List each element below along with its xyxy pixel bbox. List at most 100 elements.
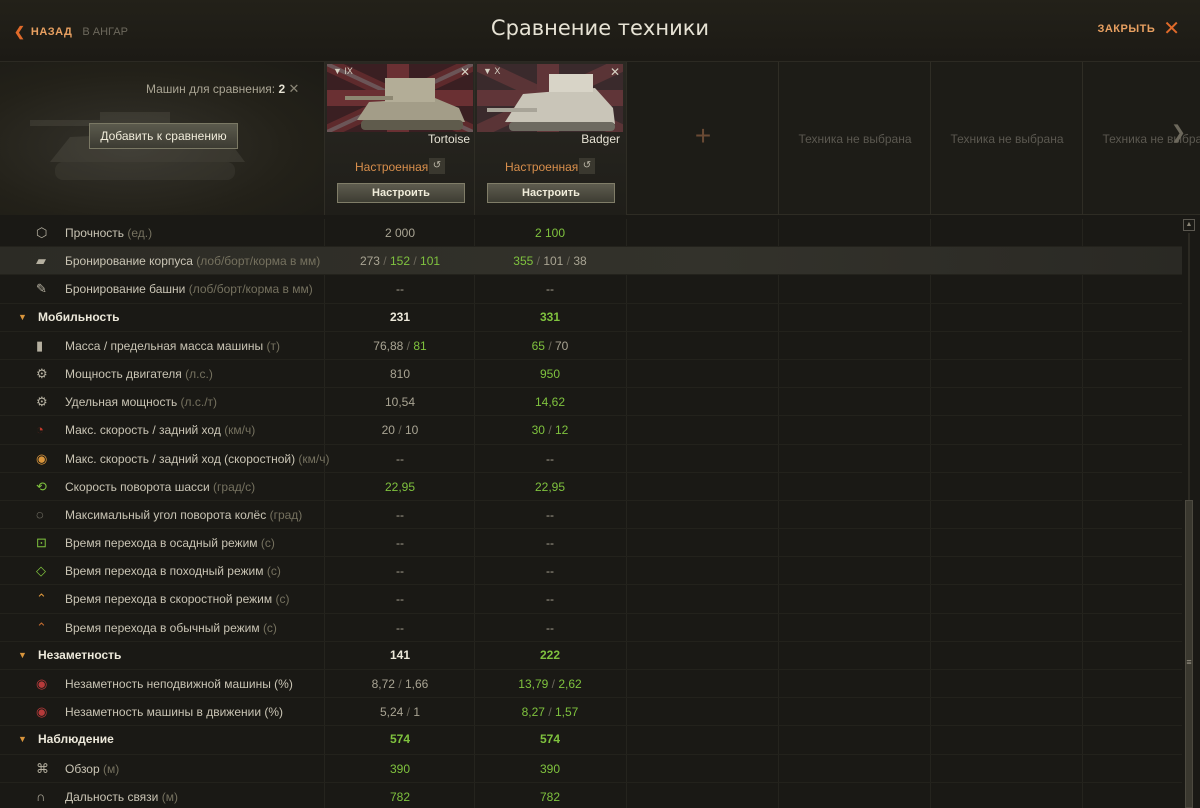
traverse-icon: ⟲ (36, 478, 47, 494)
param-unit: (с) (262, 620, 277, 635)
value-vehicle-1: -- (324, 508, 476, 522)
param-name: Масса / предельная масса машины (65, 338, 264, 353)
empty-slot: Техника не выбрана ❯ (1082, 62, 1200, 215)
value-vehicle-1: 574 (324, 732, 476, 746)
vehicle-tier: ▼ X (483, 66, 501, 76)
value-vehicle-2: 22,95 (474, 480, 626, 494)
scroll-thumb[interactable] (1185, 500, 1193, 808)
value-vehicle-2: -- (474, 592, 626, 606)
empty-slot-label: Техника не выбрана (950, 132, 1064, 146)
param-unit: (град) (269, 507, 303, 522)
category-name: Наблюдение (38, 732, 114, 747)
table-row: ◉ Незаметность машины в движении (%) 5,24 … (0, 698, 1182, 727)
value-part: 10 (405, 423, 419, 438)
wheel-angle-icon: ◌ (36, 506, 44, 522)
value-text: 574 (389, 732, 411, 747)
turret-armor-icon: ✎ (36, 281, 47, 297)
value-text: -- (396, 507, 404, 522)
category-row[interactable]: ▼ Наблюдение 574 574 (0, 726, 1182, 755)
value-part: 101 (420, 254, 441, 269)
remove-vehicle-icon[interactable]: ✕ (610, 65, 620, 79)
reset-icon[interactable]: ↺ (579, 158, 595, 174)
param-name: Максимальный угол поворота колёс (65, 507, 267, 522)
compare-controls: Машин для сравнения: 2 ✕ Добавить к срав… (0, 62, 324, 215)
value-text: -- (546, 564, 554, 579)
speed-mode-icon: ◉ (36, 450, 48, 466)
configure-button[interactable]: Настроить (487, 183, 615, 203)
vehicle-name: Tortoise (427, 132, 470, 146)
param-unit: (с) (275, 592, 290, 607)
vehicle-slot-1: ▼ IX ✕ Tortoise Настроенная ↺ Настроить (324, 62, 476, 215)
reset-icon[interactable]: ↺ (429, 158, 445, 174)
param-name: Дальность связи (65, 789, 159, 804)
value-vehicle-2: 14,62 (474, 395, 626, 409)
value-vehicle-1: 141 (324, 648, 476, 662)
table-row: ◉ Незаметность неподвижной машины (%) 8,72… (0, 670, 1182, 699)
table-row: ⌃ Время перехода в обычный режим (с) -- -- (0, 614, 1182, 642)
value-vehicle-2: -- (474, 536, 626, 550)
empty-slot-label: Техника не выбрана (798, 132, 912, 146)
expand-triangle-icon[interactable]: ▼ (18, 650, 27, 660)
value-part: 81 (413, 338, 427, 353)
param-unit: (с) (260, 536, 275, 551)
expand-triangle-icon[interactable]: ▼ (18, 734, 27, 744)
value-vehicle-1: 2 000 (324, 226, 476, 240)
param-name: Удельная мощность (65, 395, 178, 410)
value-part: 12 (555, 423, 569, 438)
value-part: 1,66 (405, 677, 429, 691)
empty-slot: Техника не выбрана (930, 62, 1082, 215)
vehicle-tier: ▼ IX (333, 66, 353, 76)
value-vehicle-1: 5,24 / 1 (324, 705, 476, 719)
remove-vehicle-icon[interactable]: ✕ (460, 65, 470, 79)
empty-slot: Техника не выбрана (778, 62, 930, 215)
expand-triangle-icon[interactable]: ▼ (18, 312, 27, 322)
separator: / (548, 677, 559, 691)
add-vehicle-slot[interactable]: + (626, 62, 778, 215)
scroll-up-icon[interactable]: ▲ (1183, 219, 1195, 231)
weight-icon: ▮ (36, 337, 44, 353)
close-label: ЗАКРЫТЬ (1097, 23, 1156, 35)
value-part: 76,88 (373, 338, 404, 353)
value-vehicle-1: 810 (324, 367, 476, 381)
scrollbar[interactable]: ▲ ≡ (1183, 219, 1195, 808)
view-range-icon: ⌘ (36, 760, 49, 776)
value-vehicle-1: 20 / 10 (324, 423, 476, 437)
value-part: 355 (513, 254, 534, 269)
configure-button[interactable]: Настроить (337, 183, 465, 203)
value-vehicle-1: -- (324, 282, 476, 296)
radio-range-icon: ∩ (36, 788, 46, 804)
param-label: Прочность (ед.) (65, 226, 152, 240)
value-text: 331 (539, 309, 561, 324)
value-part: 152 (389, 254, 411, 269)
table-row: ⊡ Время перехода в осадный режим (с) -- -- (0, 529, 1182, 558)
value-vehicle-1: 782 (324, 790, 476, 804)
param-label: Время перехода в скоростной режим (с) (65, 592, 289, 606)
add-to-compare-button[interactable]: Добавить к сравнению (89, 123, 238, 149)
category-row[interactable]: ▼ Мобильность 231 331 (0, 304, 1182, 332)
value-vehicle-2: 65 / 70 (474, 339, 626, 353)
separator: / (563, 254, 574, 269)
param-name: Бронирование башни (65, 282, 186, 297)
param-name: Время перехода в обычный режим (65, 620, 260, 635)
value-vehicle-2: 2 100 (474, 226, 626, 240)
param-label: Незаметность машины в движении (%) (65, 705, 283, 719)
value-vehicle-2: -- (474, 282, 626, 296)
value-text: 222 (539, 647, 561, 662)
table-row: ▮ Масса / предельная масса машины (т) 76,8… (0, 332, 1182, 360)
separator: / (403, 705, 414, 720)
value-text: 574 (539, 732, 561, 747)
clear-all-icon[interactable]: ✕ (285, 80, 303, 98)
chevron-right-icon[interactable]: ❯ (1171, 122, 1186, 143)
close-button[interactable]: ЗАКРЫТЬ ✕ (1097, 19, 1180, 39)
normal-mode-icon: ⌃ (36, 619, 47, 635)
value-part: 8,27 (521, 705, 545, 720)
plus-icon[interactable]: + (627, 120, 779, 152)
table-row: ✎ Бронирование башни (лоб/борт/корма в мм… (0, 275, 1182, 304)
param-name: Незаметность машины в движении (%) (65, 705, 284, 720)
param-unit: (ед.) (127, 226, 153, 240)
category-row[interactable]: ▼ Незаметность 141 222 (0, 642, 1182, 670)
vehicle-slot-2: ▼ X ✕ Badger Настроенная ↺ Настроить (474, 62, 626, 215)
param-name: Скорость поворота шасси (65, 479, 210, 494)
hull-armor-icon: ▰ (36, 253, 46, 269)
value-text: 810 (389, 366, 411, 381)
